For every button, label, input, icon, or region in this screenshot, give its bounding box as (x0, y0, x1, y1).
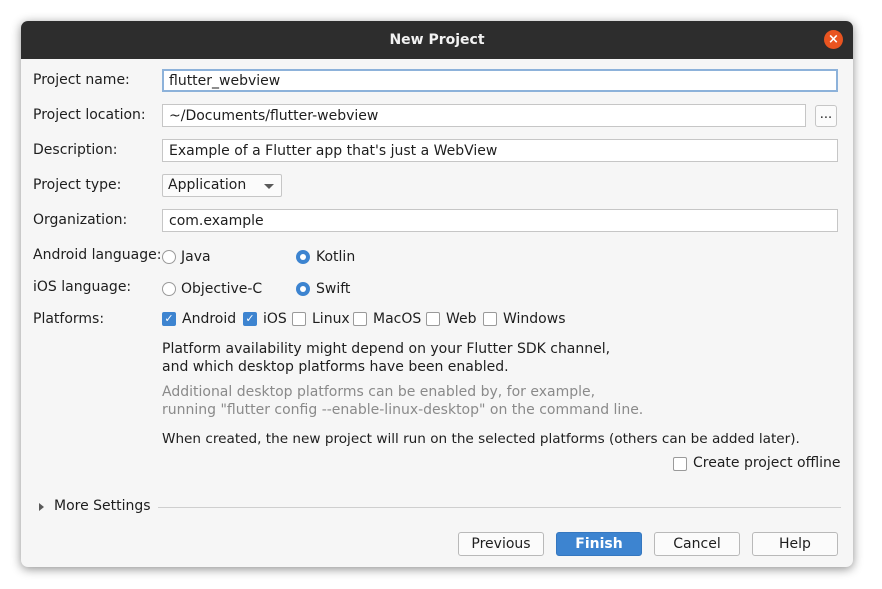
created-note: When created, the new project will run o… (162, 431, 800, 447)
browse-button-label: ... (819, 107, 833, 122)
radio-objective-c-label: Objective-C (181, 281, 263, 297)
checkbox-macos-label: MacOS (373, 311, 422, 327)
title-bar: New Project × (21, 21, 853, 59)
checkbox-android-label: Android (182, 311, 237, 327)
project-name-label: Project name: (33, 72, 130, 88)
ios-language-label: iOS language: (33, 279, 132, 295)
platforms-label: Platforms: (33, 311, 105, 327)
radio-swift[interactable] (296, 282, 310, 296)
expand-triangle-icon[interactable] (39, 503, 44, 511)
more-settings-toggle[interactable]: More Settings (54, 498, 151, 514)
dialog-title: New Project (389, 32, 485, 48)
checkbox-ios-label: iOS (263, 311, 287, 327)
organization-label: Organization: (33, 212, 128, 228)
additional-note-line1: Additional desktop platforms can be enab… (162, 384, 596, 400)
radio-objective-c[interactable] (162, 282, 176, 296)
checkbox-windows-label: Windows (503, 311, 566, 327)
description-label: Description: (33, 142, 118, 158)
separator (158, 507, 841, 508)
checkbox-create-offline[interactable] (673, 457, 687, 471)
check-icon: ✓ (245, 312, 255, 325)
chevron-down-icon (264, 184, 274, 189)
project-type-value: Application (168, 177, 247, 193)
checkbox-web-label: Web (446, 311, 477, 327)
availability-note-line1: Platform availability might depend on yo… (162, 341, 611, 357)
radio-java[interactable] (162, 250, 176, 264)
project-name-input[interactable] (162, 69, 838, 92)
checkbox-macos[interactable] (353, 312, 367, 326)
description-input[interactable] (162, 139, 838, 162)
checkbox-android[interactable]: ✓ (162, 312, 176, 326)
checkbox-web[interactable] (426, 312, 440, 326)
organization-input[interactable] (162, 209, 838, 232)
close-button[interactable]: × (824, 30, 843, 49)
radio-java-label: Java (181, 249, 211, 265)
cancel-button[interactable]: Cancel (654, 532, 740, 556)
project-type-select[interactable]: Application (162, 174, 282, 197)
checkbox-ios[interactable]: ✓ (243, 312, 257, 326)
check-icon: ✓ (164, 312, 174, 325)
radio-kotlin[interactable] (296, 250, 310, 264)
browse-location-button[interactable]: ... (815, 105, 837, 127)
help-button[interactable]: Help (752, 532, 838, 556)
checkbox-windows[interactable] (483, 312, 497, 326)
finish-button[interactable]: Finish (556, 532, 642, 556)
checkbox-create-offline-label: Create project offline (693, 455, 841, 471)
project-type-label: Project type: (33, 177, 122, 193)
radio-kotlin-label: Kotlin (316, 249, 356, 265)
previous-button[interactable]: Previous (458, 532, 544, 556)
project-location-input[interactable] (162, 104, 806, 127)
radio-swift-label: Swift (316, 281, 351, 297)
new-project-dialog: New Project × Project name: Project loca… (21, 21, 853, 567)
android-language-label: Android language: (33, 247, 162, 263)
project-location-label: Project location: (33, 107, 146, 123)
availability-note-line2: and which desktop platforms have been en… (162, 359, 509, 375)
checkbox-linux-label: Linux (312, 311, 350, 327)
additional-note-line2: running "flutter config --enable-linux-d… (162, 402, 644, 418)
close-icon: × (828, 32, 839, 47)
checkbox-linux[interactable] (292, 312, 306, 326)
